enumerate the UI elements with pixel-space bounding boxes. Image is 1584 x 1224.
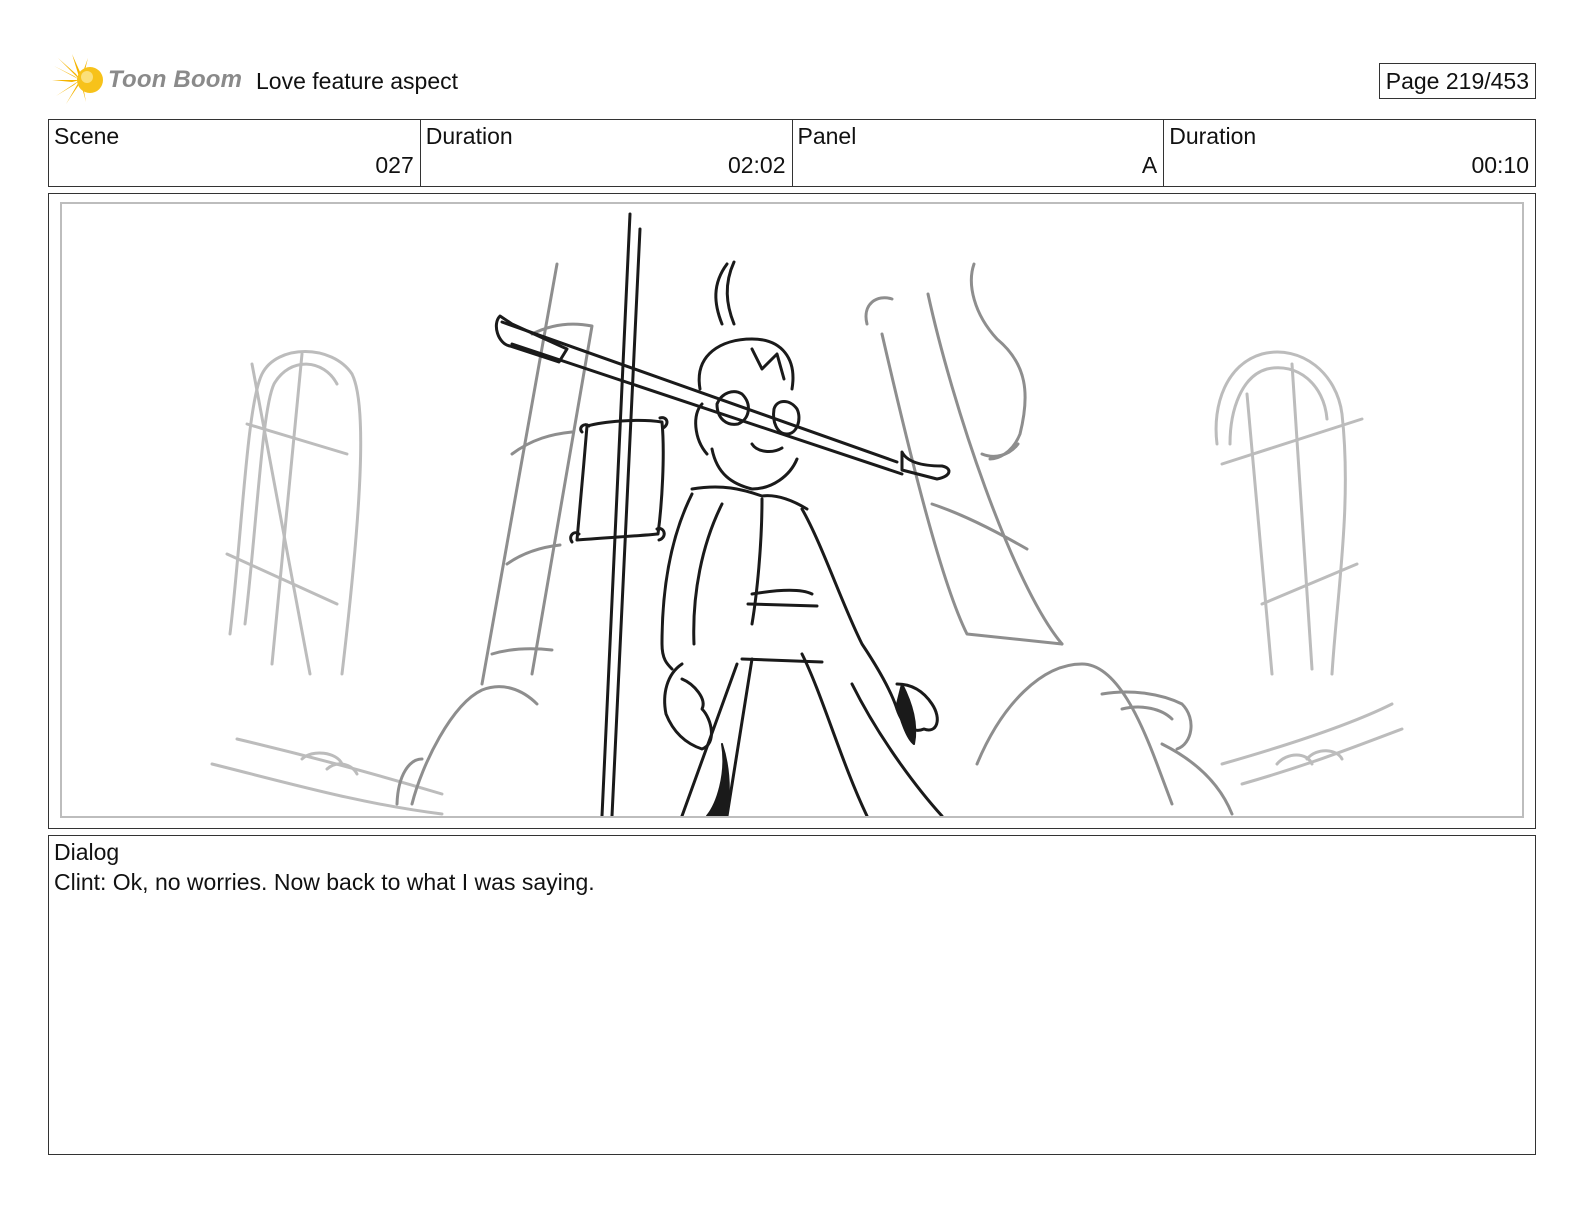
dialog-box: Dialog Clint: Ok, no worries. Now back t…	[48, 835, 1536, 1155]
panel-cell: Panel A	[793, 120, 1165, 186]
panel-info-table: Scene 027 Duration 02:02 Panel A Duratio…	[48, 119, 1536, 187]
panel-value: A	[1141, 152, 1158, 178]
scene-duration-value: 02:02	[727, 152, 786, 178]
scene-duration-label: Duration	[425, 123, 513, 149]
logo-text: Toon Boom	[108, 66, 243, 93]
starburst-icon	[52, 54, 103, 104]
character-leg-shadow	[706, 743, 730, 816]
panel-duration-label: Duration	[1169, 123, 1257, 149]
panel-duration-value: 00:10	[1471, 152, 1529, 178]
panel-duration-cell: Duration 00:10	[1164, 120, 1535, 186]
panel-label: Panel	[797, 123, 857, 149]
project-title: Love feature aspect	[256, 68, 459, 94]
storyboard-panel-frame	[48, 193, 1536, 829]
toon-boom-logo: Toon Boom	[52, 54, 242, 106]
dialog-label: Dialog	[54, 839, 120, 865]
scene-value: 027	[375, 152, 414, 178]
character-glove-shadow	[896, 683, 917, 745]
page-header: Toon Boom Love feature aspect Page 219/4…	[48, 54, 1536, 106]
left-window-sketch	[210, 350, 444, 816]
scene-duration-cell: Duration 02:02	[421, 120, 793, 186]
storyboard-sketch	[210, 212, 1404, 816]
storyboard-panel-image	[60, 202, 1524, 818]
right-window-sketch	[1214, 350, 1404, 786]
dialog-text: Clint: Ok, no worries. Now back to what …	[54, 869, 595, 895]
pole-and-sign-sketch	[494, 212, 951, 816]
page-indicator: Page 219/453	[1378, 63, 1536, 99]
scene-cell: Scene 027	[49, 120, 421, 186]
character-sketch	[660, 260, 944, 816]
scene-label: Scene	[54, 123, 120, 149]
